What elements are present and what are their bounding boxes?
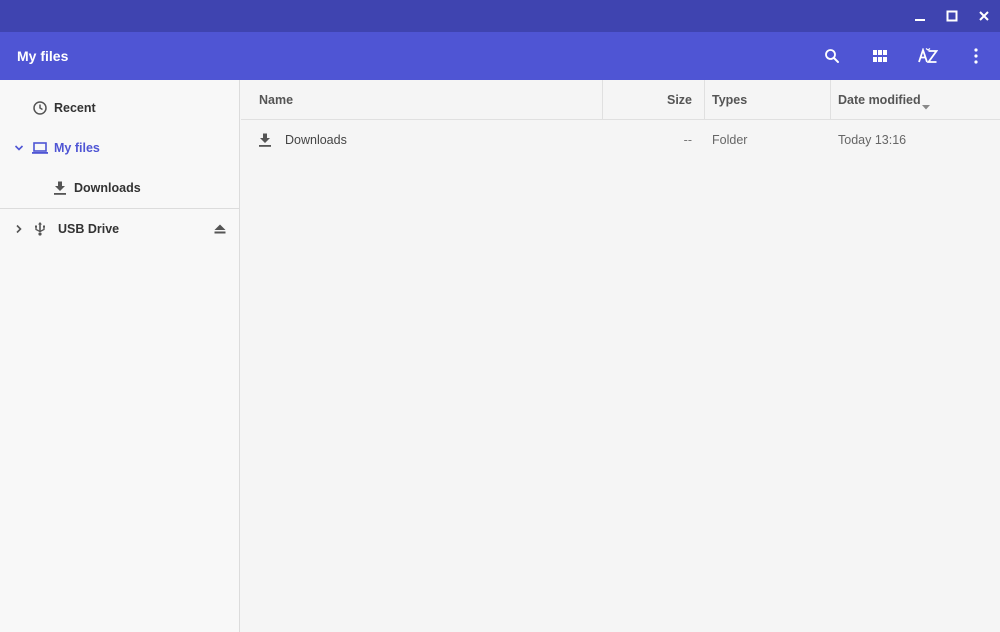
- table-row[interactable]: Downloads -- Folder Today 13:16: [241, 120, 1000, 160]
- close-button[interactable]: [968, 0, 1000, 32]
- eject-icon: [214, 224, 226, 234]
- close-icon: [979, 11, 989, 21]
- column-divider[interactable]: [830, 80, 831, 120]
- laptop-icon: [32, 140, 48, 156]
- column-header-types[interactable]: Types: [712, 80, 747, 120]
- search-button[interactable]: [812, 32, 852, 80]
- page-title: My files: [17, 48, 69, 64]
- chevron-right-icon[interactable]: [12, 222, 26, 236]
- sidebar-item-usb-drive[interactable]: USB Drive: [0, 209, 240, 249]
- grid-view-button[interactable]: [860, 32, 900, 80]
- grid-view-icon: [873, 50, 887, 62]
- file-type: Folder: [712, 133, 748, 147]
- column-header-size[interactable]: Size: [603, 80, 692, 120]
- more-vert-icon: [974, 48, 978, 64]
- maximize-icon: [946, 10, 958, 22]
- more-options-button[interactable]: [956, 32, 996, 80]
- file-list: Name Size Types Date modified Downloads …: [241, 80, 1000, 632]
- sort-button[interactable]: [908, 32, 948, 80]
- search-icon: [825, 49, 839, 63]
- column-header-name[interactable]: Name: [259, 80, 293, 120]
- maximize-button[interactable]: [936, 0, 968, 32]
- sidebar-item-label: Recent: [54, 101, 96, 115]
- sidebar-item-label: Downloads: [74, 181, 141, 195]
- sidebar-item-recent[interactable]: Recent: [0, 88, 240, 128]
- file-date-modified: Today 13:16: [838, 133, 907, 147]
- file-size: --: [683, 133, 692, 147]
- download-icon: [258, 133, 272, 152]
- app-header: My files: [0, 32, 1000, 80]
- minimize-icon: [915, 19, 925, 21]
- usb-icon: [32, 221, 48, 237]
- minimize-button[interactable]: [904, 0, 936, 32]
- sidebar-item-downloads[interactable]: Downloads: [0, 168, 240, 208]
- sidebar-item-label: USB Drive: [58, 222, 120, 236]
- column-divider[interactable]: [704, 80, 705, 120]
- column-header-date-modified[interactable]: Date modified: [838, 80, 921, 120]
- window-titlebar: [0, 0, 1000, 32]
- column-header-row: Name Size Types Date modified: [241, 80, 1000, 120]
- download-icon: [52, 180, 68, 196]
- sidebar-item-label: My files: [54, 141, 100, 155]
- chevron-down-icon[interactable]: [12, 141, 26, 155]
- sort-descending-icon: [922, 97, 930, 115]
- sort-az-icon: [918, 48, 938, 63]
- navigation-sidebar: Recent My files Downloads USB Drive: [0, 80, 240, 632]
- file-name: Downloads: [285, 133, 347, 147]
- eject-button[interactable]: [210, 221, 230, 237]
- clock-icon: [32, 100, 48, 116]
- sidebar-item-my-files[interactable]: My files: [0, 128, 240, 168]
